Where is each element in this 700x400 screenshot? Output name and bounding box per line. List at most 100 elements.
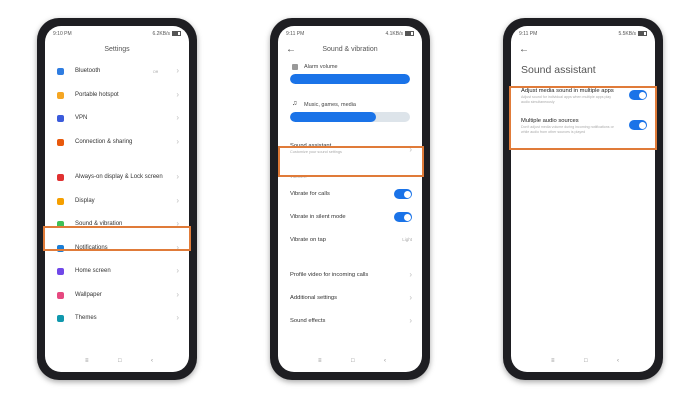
group-gap — [45, 154, 189, 166]
back-arrow-icon[interactable]: ← — [286, 40, 296, 60]
nav-bar: ≡ □ ‹ — [45, 356, 189, 368]
link-label: Profile video for incoming calls — [290, 272, 369, 278]
media-volume-fill — [290, 112, 377, 122]
status-time: 9:11 PM — [519, 31, 538, 37]
phone-sound-vibration: 9:11 PM 4.1KB/s ← Sound & vibration Alar… — [270, 18, 430, 380]
chevron-right-icon: › — [409, 293, 412, 302]
phone-sound-assistant: 9:11 PM 5.5KB/s ← Sound assistant Adjust… — [503, 18, 663, 380]
vibrate-calls-label: Vibrate for calls — [290, 191, 330, 197]
settings-item-icon — [57, 197, 64, 205]
back-arrow-icon[interactable]: ← — [519, 40, 529, 60]
settings-item-icon — [57, 268, 64, 275]
screen-sound-vibration: 9:11 PM 4.1KB/s ← Sound & vibration Alar… — [278, 26, 422, 372]
chevron-right-icon: › — [409, 270, 412, 279]
chevron-right-icon: › — [176, 172, 179, 181]
status-right: 4.1KB/s — [385, 31, 414, 37]
vibrate-silent-label: Vibrate in silent mode — [290, 214, 346, 220]
network-speed: 5.5KB/s — [618, 31, 636, 37]
settings-item-icon — [57, 68, 64, 75]
settings-item-label: Wallpaper — [75, 291, 102, 298]
highlight-sound-vibration — [43, 226, 191, 251]
alarm-volume-label: Alarm volume — [304, 64, 338, 70]
settings-item-label: Home screen — [75, 268, 111, 274]
vibrate-on-tap-row[interactable]: Vibrate on tap Light — [278, 229, 422, 252]
settings-item[interactable]: Connection & sharing › — [45, 131, 189, 155]
link-row[interactable]: Profile video for incoming calls › — [278, 264, 422, 287]
vibrate-silent-row: Vibrate in silent mode — [278, 206, 422, 229]
link-row[interactable]: Additional settings › — [278, 287, 422, 310]
phone-settings: 9:10 PM 6.2KB/s Settings Bluetooth Off › Po… — [37, 18, 197, 380]
media-volume: ♫ Music, games, media — [278, 98, 422, 136]
settings-item-icon — [57, 174, 64, 181]
status-right: 5.5KB/s — [618, 31, 647, 37]
menu-icon[interactable]: ≡ — [85, 358, 89, 364]
status-bar: 9:11 PM 4.1KB/s — [278, 26, 422, 40]
settings-item-value: Off — [152, 68, 158, 74]
settings-item[interactable]: Bluetooth Off › — [45, 60, 189, 84]
settings-item-label: Themes — [75, 315, 97, 321]
home-icon[interactable]: □ — [351, 358, 355, 364]
settings-item-icon — [57, 115, 64, 122]
page-title: Sound & vibration — [322, 46, 378, 53]
status-time: 9:10 PM — [53, 31, 72, 37]
vibrate-calls-row: Vibrate for calls — [278, 183, 422, 206]
page-title: Sound assistant — [521, 64, 596, 76]
home-icon[interactable]: □ — [118, 358, 122, 364]
status-time: 9:11 PM — [286, 31, 305, 37]
back-nav-icon[interactable]: ‹ — [151, 358, 153, 364]
back-nav-icon[interactable]: ‹ — [384, 358, 386, 364]
battery-icon — [638, 31, 647, 37]
status-bar: 9:10 PM 6.2KB/s — [45, 26, 189, 40]
settings-item[interactable]: Wallpaper › — [45, 284, 189, 308]
status-bar: 9:11 PM 5.5KB/s — [511, 26, 655, 40]
back-nav-icon[interactable]: ‹ — [617, 358, 619, 364]
network-speed: 6.2KB/s — [152, 31, 170, 37]
settings-item[interactable]: Portable hotspot › — [45, 84, 189, 108]
settings-item[interactable]: VPN › — [45, 107, 189, 131]
status-right: 6.2KB/s — [152, 31, 181, 37]
settings-item-label: Display — [75, 197, 95, 204]
settings-item[interactable]: Home screen › — [45, 260, 189, 284]
settings-item-icon — [57, 91, 64, 99]
settings-item-label: Always-on display & Lock screen — [75, 174, 163, 180]
alarm-volume: Alarm volume — [278, 60, 422, 98]
chevron-right-icon: › — [176, 113, 179, 122]
chevron-right-icon: › — [176, 289, 179, 299]
link-row[interactable]: Sound effects › — [278, 310, 422, 333]
menu-icon[interactable]: ≡ — [318, 358, 322, 364]
alarm-icon — [292, 64, 298, 70]
header: ← Sound & vibration — [278, 40, 422, 60]
chevron-right-icon: › — [176, 313, 179, 322]
media-volume-label: Music, games, media — [304, 102, 356, 108]
vibrate-on-tap-label: Vibrate on tap — [290, 237, 326, 243]
settings-item-label: VPN — [75, 115, 88, 121]
vibrate-calls-toggle[interactable] — [394, 189, 412, 199]
menu-icon[interactable]: ≡ — [551, 358, 555, 364]
chevron-right-icon: › — [176, 66, 179, 75]
vibrate-silent-toggle[interactable] — [394, 212, 412, 222]
highlight-sound-assistant-options — [509, 86, 657, 150]
alarm-volume-fill — [290, 74, 410, 84]
chevron-right-icon: › — [409, 316, 412, 325]
music-note-icon: ♫ — [292, 100, 298, 107]
chevron-right-icon: › — [176, 195, 179, 205]
settings-item[interactable]: Display › — [45, 190, 189, 214]
vibrate-on-tap-value: Light — [402, 237, 412, 242]
network-speed: 4.1KB/s — [385, 31, 403, 37]
link-label: Additional settings — [290, 295, 338, 301]
nav-bar: ≡ □ ‹ — [511, 356, 655, 368]
home-icon[interactable]: □ — [584, 358, 588, 364]
chevron-right-icon: › — [176, 266, 179, 275]
alarm-volume-slider[interactable] — [290, 74, 410, 84]
battery-icon — [172, 31, 181, 37]
highlight-sound-assistant — [278, 146, 424, 177]
battery-icon — [405, 31, 414, 37]
settings-item[interactable]: Always-on display & Lock screen › — [45, 166, 189, 190]
settings-item-icon — [57, 315, 64, 322]
settings-item[interactable]: Themes › — [45, 307, 189, 331]
media-volume-slider[interactable] — [290, 112, 410, 122]
settings-item-label: Connection & sharing — [75, 138, 133, 145]
settings-item-icon — [57, 138, 64, 146]
settings-item-icon — [57, 291, 64, 299]
